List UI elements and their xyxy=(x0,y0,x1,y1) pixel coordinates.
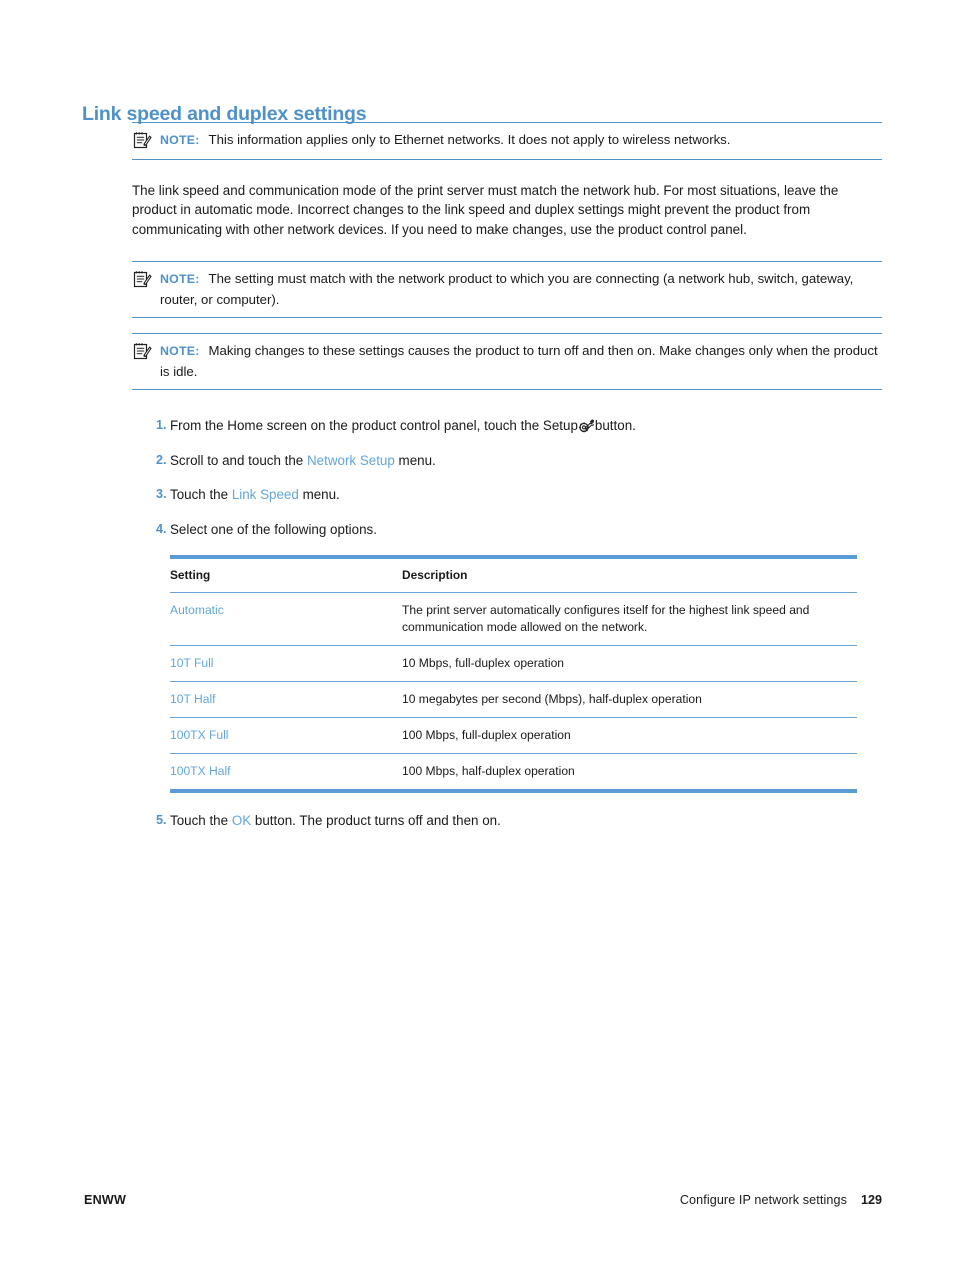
step-text-1: From the Home screen on the product cont… xyxy=(170,418,578,434)
table-row: Automatic The print server automatically… xyxy=(170,592,857,646)
cell-setting-100tx-full[interactable]: 100TX Full xyxy=(170,717,402,754)
procedure-steps: 1. From the Home screen on the product c… xyxy=(132,416,882,539)
step-text-3: Touch the xyxy=(170,487,229,503)
footer-left-label: ENWW xyxy=(84,1193,127,1207)
step-text-4: Select one of the following options. xyxy=(170,522,377,538)
setup-gear-wrench-icon xyxy=(579,419,595,433)
note-label-1: NOTE: xyxy=(160,133,200,147)
document-page: Link speed and duplex settings NOTE: Thi… xyxy=(0,0,954,1270)
step-number-4: 4. xyxy=(156,522,167,537)
step-text-5-after: button. The product turns off and then o… xyxy=(254,812,501,828)
footer-page-number: 129 xyxy=(860,1193,882,1207)
table-bottom-rule xyxy=(170,788,857,793)
step-4: 4. Select one of the following options. xyxy=(132,520,882,540)
step-number-2: 2. xyxy=(156,452,167,467)
note-icon xyxy=(133,270,152,288)
step-5: 5. Touch the OK button. The product turn… xyxy=(132,811,882,831)
cell-description-100tx-half: 100 Mbps, half-duplex operation xyxy=(402,763,575,778)
note-body-3: NOTE: Making changes to these settings ca… xyxy=(132,341,882,381)
note-text-2: The setting must match with the network … xyxy=(160,271,854,307)
cell-setting-10t-full[interactable]: 10T Full xyxy=(170,645,402,682)
footer-section-title: Configure IP network settings xyxy=(679,1193,847,1207)
intro-paragraph: The link speed and communication mode of… xyxy=(132,182,839,237)
step-2: 2. Scroll to and touch the Network Setup… xyxy=(132,451,882,471)
note-block-1: NOTE: This information applies only to Et… xyxy=(132,122,882,160)
note-label-2: NOTE: xyxy=(160,272,200,287)
table-row: 100TX Full 100 Mbps, full-duplex operati… xyxy=(170,717,857,754)
page-content: NOTE: This information applies only to Et… xyxy=(132,122,882,845)
column-header-setting: Setting xyxy=(170,558,402,593)
settings-table: Setting Description Automatic The print … xyxy=(170,554,857,789)
table-row: 10T Half 10 megabytes per second (Mbps),… xyxy=(170,681,857,718)
note-body-2: NOTE: The setting must match with the net… xyxy=(132,269,882,309)
note-block-3: NOTE: Making changes to these settings ca… xyxy=(132,333,882,391)
note-body-1: NOTE: This information applies only to Et… xyxy=(132,130,882,151)
note-block-2: NOTE: The setting must match with the net… xyxy=(132,261,882,319)
ui-term-ok[interactable]: OK xyxy=(232,813,251,828)
note-icon xyxy=(133,131,152,149)
step-3: 3. Touch the Link Speed menu. xyxy=(132,485,882,505)
step-text-1-after: button. xyxy=(594,418,636,434)
cell-setting-automatic[interactable]: Automatic xyxy=(170,592,402,646)
cell-description-10t-half: 10 megabytes per second (Mbps), half-dup… xyxy=(402,681,857,718)
cell-setting-100tx-half[interactable]: 100TX Half xyxy=(170,753,402,789)
page-footer: ENWW Configure IP network settings 129 xyxy=(84,1193,882,1207)
cell-description-automatic: The print server automatically configure… xyxy=(402,592,857,646)
footer-right-group: Configure IP network settings 129 xyxy=(680,1193,882,1207)
cell-setting-10t-half[interactable]: 10T Half xyxy=(170,681,402,718)
column-header-description: Description xyxy=(402,558,857,593)
note-label-3: NOTE: xyxy=(160,344,200,359)
step-number-3: 3. xyxy=(156,487,167,502)
table-body: Automatic The print server automatically… xyxy=(170,592,857,789)
table-row: 100TX Half 100 Mbps, half-duplex operati… xyxy=(170,753,857,789)
note-icon xyxy=(133,342,152,360)
step-text-5: Touch the xyxy=(170,812,229,828)
table-head: Setting Description xyxy=(170,554,857,593)
procedure-steps-continued: 5. Touch the OK button. The product turn… xyxy=(132,811,882,831)
step-number-5: 5. xyxy=(156,812,167,827)
step-1: 1. From the Home screen on the product c… xyxy=(132,416,882,436)
step-text-2: Scroll to and touch the xyxy=(170,452,304,468)
ui-term-link-speed[interactable]: Link Speed xyxy=(232,487,299,502)
cell-description-100tx-full: 100 Mbps, full-duplex operation xyxy=(402,717,857,754)
step-text-2-after: menu. xyxy=(398,452,436,468)
settings-table-wrapper: Setting Description Automatic The print … xyxy=(170,554,857,793)
step-number-1: 1. xyxy=(156,418,167,433)
note-text-1: This information applies only to Etherne… xyxy=(208,132,731,147)
cell-description-10t-full: 10 Mbps, full-duplex operation xyxy=(402,645,857,682)
ui-term-network-setup[interactable]: Network Setup xyxy=(307,453,395,468)
step-text-3-after: menu. xyxy=(302,487,340,503)
table-row: 10T Full 10 Mbps, full-duplex operation xyxy=(170,645,857,682)
table-header-row: Setting Description xyxy=(170,558,857,593)
note-text-3: Making changes to these settings causes … xyxy=(160,343,878,379)
